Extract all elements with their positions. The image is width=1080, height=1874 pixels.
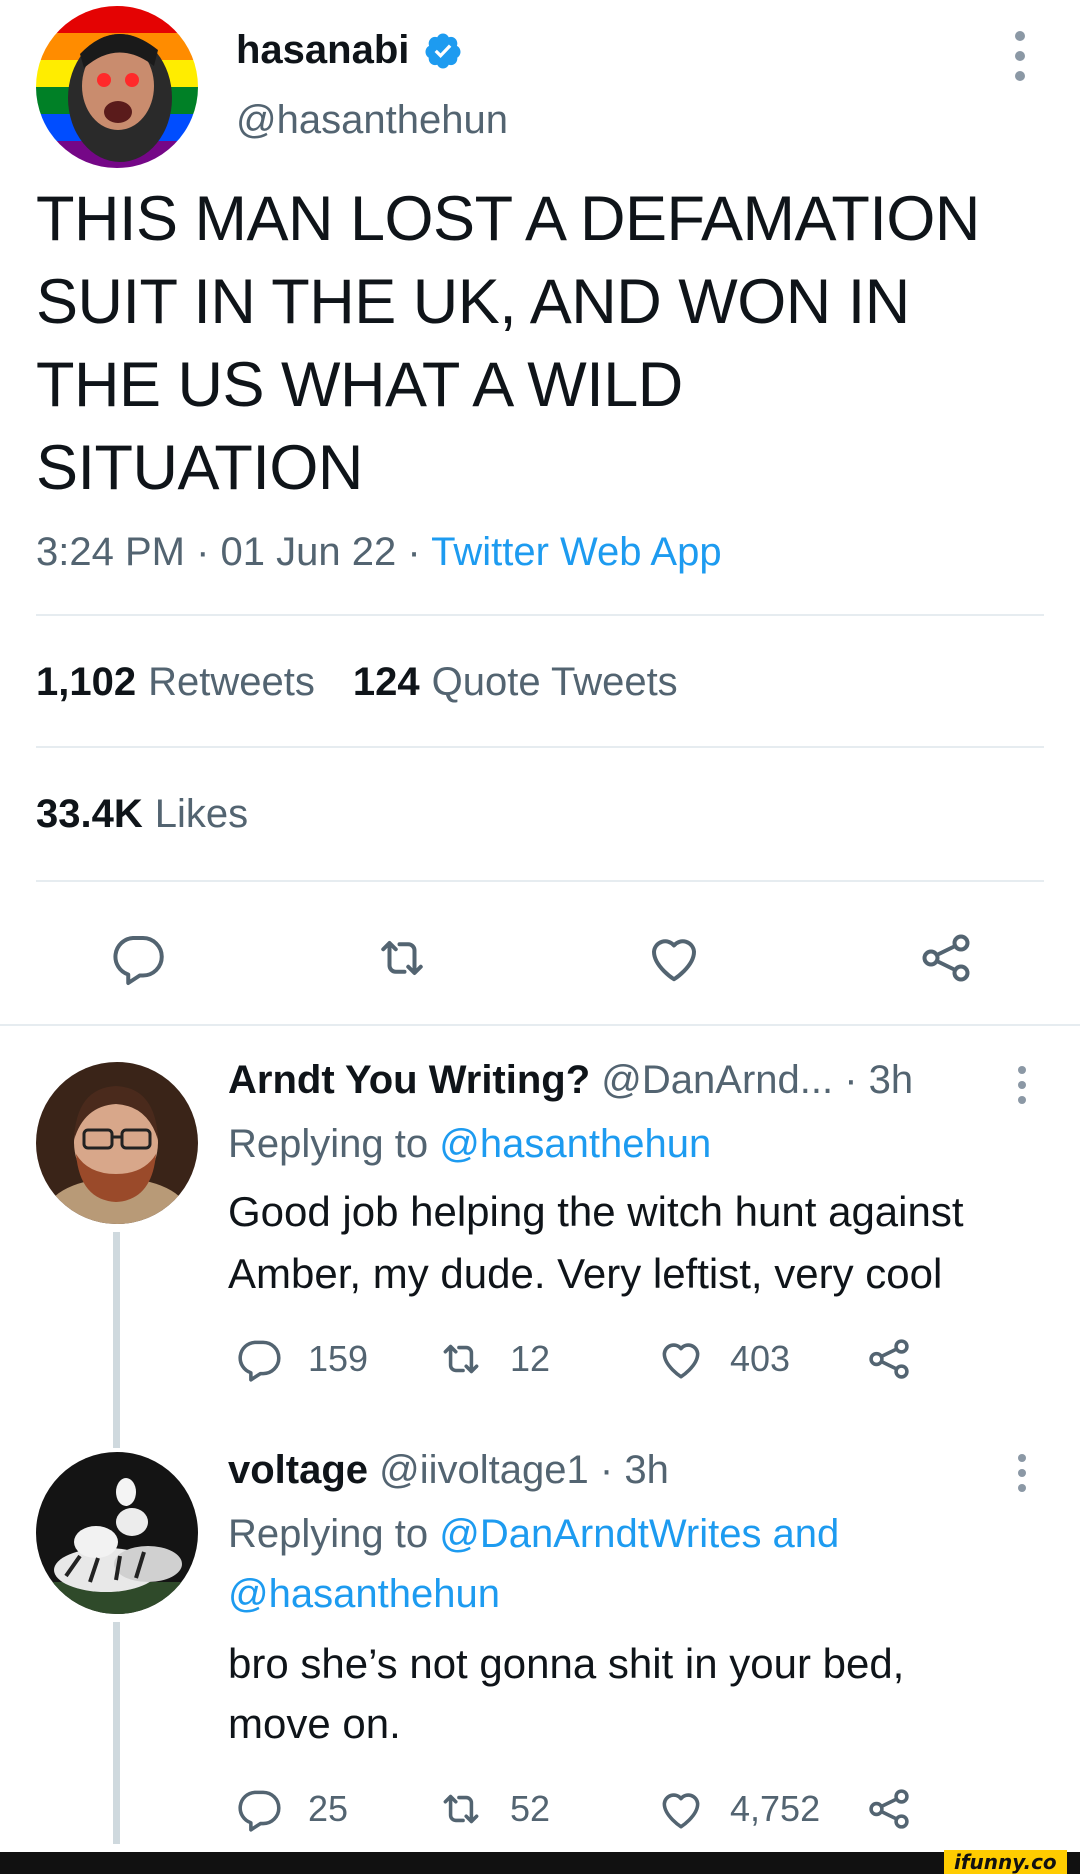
divider — [36, 880, 1044, 882]
tweet-time[interactable]: 3:24 PM — [36, 530, 185, 574]
quote-tweets-stat[interactable]: 124 Quote Tweets — [353, 660, 678, 704]
replying-to: Replying to @DanArndtWrites and — [228, 1512, 839, 1557]
reply-icon — [238, 1790, 281, 1832]
divider — [0, 1024, 1080, 1026]
reply-text-line: move on. — [228, 1700, 401, 1747]
reply-text-line: Good job helping the witch hunt against — [228, 1188, 964, 1235]
footer-bar — [0, 1852, 1080, 1874]
likes-label: Likes — [154, 792, 249, 836]
likes-count: 33.4K — [36, 792, 143, 836]
display-name[interactable]: Arndt You Writing? — [228, 1058, 590, 1102]
avatar[interactable] — [36, 6, 198, 168]
retweet-count: 12 — [510, 1338, 551, 1379]
retweet-button[interactable]: 52 — [436, 1784, 550, 1834]
retweet-icon — [443, 1794, 479, 1824]
share-icon[interactable] — [916, 928, 976, 988]
tweet-text-line: SUIT IN THE UK, AND WON IN — [36, 267, 910, 337]
reply-icon[interactable] — [108, 928, 168, 988]
tweet-text-line: THE US WHAT A WILD — [36, 350, 683, 420]
tweet-metadata: 3:24 PM · 01 Jun 22 · Twitter Web App — [36, 530, 722, 575]
retweets-stat[interactable]: 1,102 Retweets — [36, 660, 315, 704]
like-count: 403 — [730, 1338, 791, 1379]
like-button[interactable]: 4,752 — [656, 1784, 820, 1834]
like-icon — [662, 1793, 700, 1829]
tweet-text-line: THIS MAN LOST A DEFAMATION — [36, 184, 980, 254]
like-button[interactable]: 403 — [656, 1334, 790, 1384]
share-icon — [869, 1789, 909, 1829]
avatar[interactable] — [36, 1062, 198, 1224]
verified-badge-icon — [423, 31, 463, 71]
quote-label: Quote Tweets — [431, 660, 678, 704]
engagement-stats: 1,102 Retweets 124 Quote Tweets — [36, 660, 678, 705]
reply-button[interactable]: 159 — [234, 1334, 368, 1384]
divider — [36, 746, 1044, 748]
author-handle[interactable]: @iivoltage1 — [379, 1448, 589, 1492]
reply-count: 159 — [308, 1338, 369, 1379]
divider — [36, 614, 1044, 616]
retweet-count: 52 — [510, 1788, 551, 1829]
tweet-source[interactable]: Twitter Web App — [431, 530, 722, 574]
mention-link[interactable]: @hasanthehun — [439, 1122, 711, 1166]
display-name[interactable]: voltage — [228, 1448, 368, 1492]
thread-line — [113, 1622, 120, 1844]
more-options-icon[interactable] — [1014, 1452, 1030, 1494]
tweet-text: THIS MAN LOST A DEFAMATION SUIT IN THE U… — [36, 178, 1046, 510]
retweet-button[interactable]: 12 — [436, 1334, 550, 1384]
retweets-label: Retweets — [148, 660, 315, 704]
display-name[interactable]: hasanabi — [236, 28, 409, 73]
thread-line — [113, 1232, 120, 1448]
retweet-icon[interactable] — [372, 928, 432, 988]
reply-button[interactable]: 25 — [234, 1784, 348, 1834]
share-button[interactable] — [864, 1334, 938, 1384]
author-name[interactable]: hasanabi — [236, 28, 463, 73]
mention-link[interactable]: @DanArndtWrites and — [439, 1512, 839, 1556]
like-icon — [662, 1343, 700, 1379]
share-button[interactable] — [864, 1784, 938, 1834]
reply-icon — [238, 1340, 281, 1382]
like-count: 4,752 — [730, 1788, 821, 1829]
replying-to: Replying to @hasanthehun — [228, 1122, 711, 1167]
reply-time[interactable]: · 3h — [600, 1448, 669, 1492]
replying-to-label: Replying to — [228, 1512, 429, 1556]
tweet-date[interactable]: 01 Jun 22 — [221, 530, 397, 574]
tweet-text-line: SITUATION — [36, 433, 363, 503]
avatar[interactable] — [36, 1452, 198, 1614]
reply-text-line: Amber, my dude. Very leftist, very cool — [228, 1250, 943, 1297]
reply-time[interactable]: · 3h — [844, 1058, 913, 1102]
more-options-icon[interactable] — [1008, 28, 1032, 84]
author-handle[interactable]: @hasanthehun — [236, 98, 508, 143]
author-handle[interactable]: @DanArnd... — [601, 1058, 833, 1102]
reply-text-line: bro she’s not gonna shit in your bed, — [228, 1640, 905, 1687]
replying-to-label: Replying to — [228, 1122, 429, 1166]
share-icon — [869, 1339, 909, 1379]
separator: · — [407, 530, 421, 574]
mention-link[interactable]: @hasanthehun — [228, 1572, 500, 1617]
likes-stat[interactable]: 33.4K Likes — [36, 792, 248, 837]
retweets-count: 1,102 — [36, 660, 137, 704]
reply-header: Arndt You Writing? @DanArnd... · 3h — [228, 1058, 913, 1103]
retweet-icon — [443, 1344, 479, 1374]
reply-count: 25 — [308, 1788, 349, 1829]
watermark-logo: ifunny.co — [944, 1850, 1067, 1874]
separator: · — [196, 530, 210, 574]
like-icon[interactable] — [644, 928, 704, 988]
more-options-icon[interactable] — [1014, 1064, 1030, 1106]
reply-header: voltage @iivoltage1 · 3h — [228, 1448, 669, 1493]
quote-count: 124 — [352, 660, 420, 704]
